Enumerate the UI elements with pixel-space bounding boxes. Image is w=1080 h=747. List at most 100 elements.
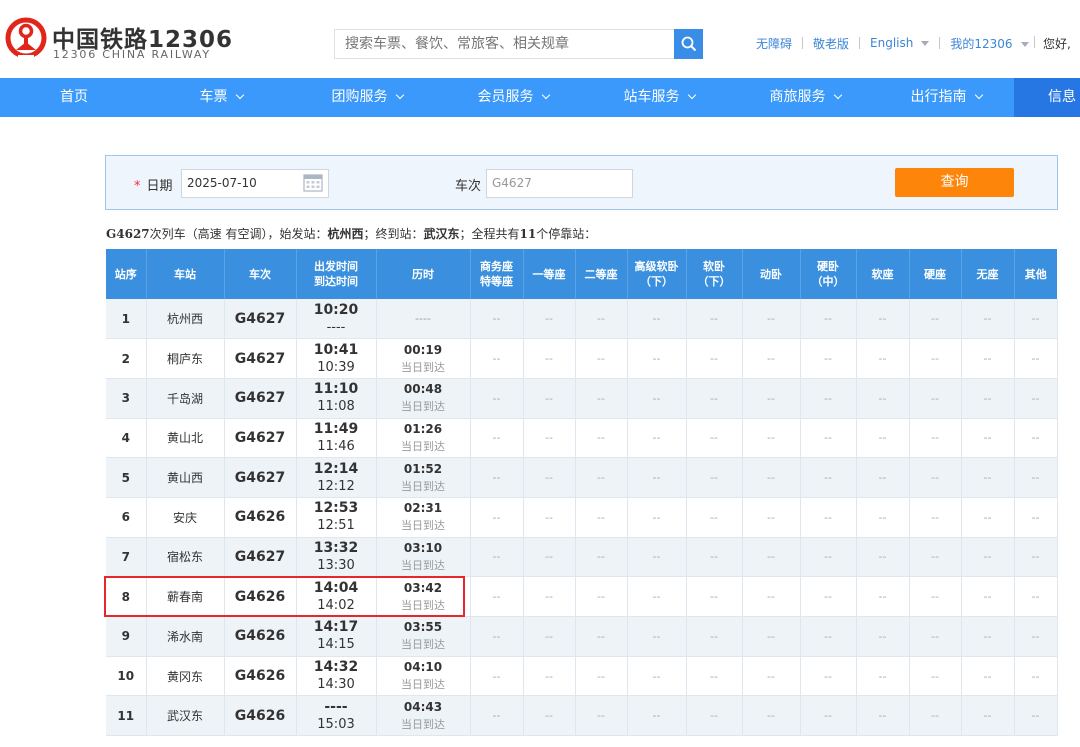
seat-availability: -- (856, 695, 910, 737)
column-header-label: 车站 (174, 267, 196, 281)
column-header-label: 软座 (871, 267, 894, 281)
time-cell: 10:20 ---- (296, 299, 377, 340)
train-number-input[interactable]: G4627 (486, 169, 633, 198)
column-header-label: 硬座 (924, 267, 946, 281)
arrival-note: 当日到达 (401, 400, 445, 414)
calendar-icon[interactable] (303, 173, 323, 192)
seat-availability: -- (1014, 378, 1058, 419)
seat-availability: -- (961, 695, 1015, 737)
seat-availability: -- (856, 576, 910, 617)
seat-availability: -- (470, 338, 524, 379)
seat-availability: -- (909, 299, 962, 340)
seat-availability: -- (627, 378, 687, 419)
elderly-mode-link[interactable]: 敬老版 (813, 35, 849, 52)
duration: 01:26 (403, 421, 443, 436)
arrival-time: 11:46 (317, 438, 355, 454)
time-cell: 10:41 10:39 (296, 338, 377, 379)
column-header-label: 出发时间 (314, 260, 358, 273)
seat-availability: -- (1014, 616, 1058, 657)
my-12306-link[interactable]: 我的12306 (950, 35, 1029, 52)
seat-availability: -- (1014, 457, 1058, 498)
seat-availability: -- (1014, 299, 1058, 340)
search-button[interactable] (674, 29, 703, 59)
station-name: 宿松东 (146, 537, 225, 578)
arrival-note: 当日到达 (401, 717, 445, 731)
nav-member-service[interactable]: 会员服务 (440, 78, 586, 117)
seat-availability: -- (1014, 497, 1058, 538)
seat-availability: -- (961, 576, 1015, 617)
query-button[interactable]: 查询 (895, 168, 1014, 197)
nav-station-service[interactable]: 站车服务 (586, 78, 732, 117)
seat-availability: -- (909, 497, 962, 538)
stop-sequence: 5 (106, 457, 147, 498)
duration: 01:52 (403, 461, 443, 476)
departure-time: 10:41 (313, 341, 359, 358)
seat-availability: -- (909, 457, 962, 498)
chevron-down-icon (1020, 41, 1029, 47)
language-link[interactable]: English (870, 36, 930, 50)
chevron-down-icon (541, 90, 550, 100)
nav-group-service[interactable]: 团购服务 (294, 78, 440, 117)
seat-availability: -- (800, 576, 857, 617)
seat-availability: -- (961, 299, 1015, 340)
seat-availability: -- (909, 695, 962, 737)
column-header-label: 车次 (249, 267, 271, 281)
nav-tickets[interactable]: 车票 (148, 78, 294, 117)
duration: 02:31 (403, 501, 443, 516)
duration: 04:43 (403, 699, 443, 714)
table-header: 站序 车站 车次 出发时间 到达时间 历时 商务座 特等座 一等座 二等座 高级软卧 （下） 软卧 （下）… (106, 249, 1057, 299)
seat-availability: -- (800, 537, 857, 578)
seat-availability: -- (1014, 656, 1058, 697)
column-header-label: 软卧 (703, 260, 725, 273)
seat-availability: -- (961, 378, 1015, 419)
nav-info[interactable]: 信息 (1014, 78, 1080, 117)
required-mark: * (134, 179, 141, 194)
seat-availability: -- (961, 616, 1015, 657)
table-row: 5 黄山西 G4627 12:14 12:12 01:52 当日到达 -- -- -- -- -- --… (106, 457, 1058, 498)
summary-destination: 武汉东 (423, 227, 460, 241)
duration-cell: 01:26 当日到达 (376, 418, 471, 459)
seat-availability: -- (523, 338, 576, 379)
brand-subtitle: 12306 CHINA RAILWAY (53, 48, 211, 61)
column-header-label: 硬卧 (817, 260, 839, 273)
column-header-label: （下） (697, 275, 731, 288)
seat-availability: -- (742, 695, 801, 737)
duration-cell: 02:31 当日到达 (376, 497, 471, 538)
top-links: 无障碍 敬老版 English 我的12306 (756, 35, 1029, 52)
table-row: 7 宿松东 G4627 13:32 13:30 03:10 当日到达 -- -- -- -- -- --… (106, 537, 1058, 578)
train-number: G4626 (224, 656, 297, 697)
column-header-label: （中） (811, 275, 845, 288)
seat-availability: -- (627, 338, 687, 379)
seat-availability: -- (961, 457, 1015, 498)
accessibility-link[interactable]: 无障碍 (756, 35, 792, 52)
time-cell: 12:14 12:12 (296, 457, 377, 498)
seat-availability: -- (627, 616, 687, 657)
railway-logo-icon[interactable] (4, 16, 48, 60)
station-name: 蕲春南 (146, 576, 225, 617)
summary-stop-count: 11 (519, 227, 537, 241)
table-body: 1 杭州西 G4627 10:20 ---- ---- -- -- -- -- -- -- -- -- --… (106, 299, 1058, 737)
arrival-time: 11:08 (317, 399, 355, 415)
nav-home[interactable]: 首页 (0, 78, 148, 117)
seat-availability: -- (470, 418, 524, 459)
column-header-label: 商务座 (480, 260, 513, 273)
seat-availability: -- (800, 378, 857, 419)
table-row: 2 桐庐东 G4627 10:41 10:39 00:19 当日到达 -- -- -- -- -- --… (106, 338, 1058, 379)
seat-availability: -- (856, 299, 910, 340)
search-input[interactable] (334, 29, 674, 59)
seat-availability: -- (961, 338, 1015, 379)
seat-availability: -- (800, 695, 857, 737)
seat-availability: -- (575, 457, 628, 498)
seat-availability: -- (686, 299, 743, 340)
nav-travel-guide[interactable]: 出行指南 (878, 78, 1014, 117)
table-row: 10 黄冈东 G4626 14:32 14:30 04:10 当日到达 -- -- -- -- -- -… (106, 656, 1058, 697)
nav-business-travel[interactable]: 商旅服务 (732, 78, 878, 117)
duration-cell: 03:10 当日到达 (376, 537, 471, 578)
seat-availability: -- (470, 497, 524, 538)
seat-availability: -- (627, 576, 687, 617)
summary-train: G4627 (106, 227, 150, 241)
column-header: 其他 (1014, 249, 1057, 299)
column-header: 商务座 特等座 (470, 249, 524, 299)
seat-availability: -- (523, 418, 576, 459)
arrival-time: 15:03 (317, 716, 355, 732)
